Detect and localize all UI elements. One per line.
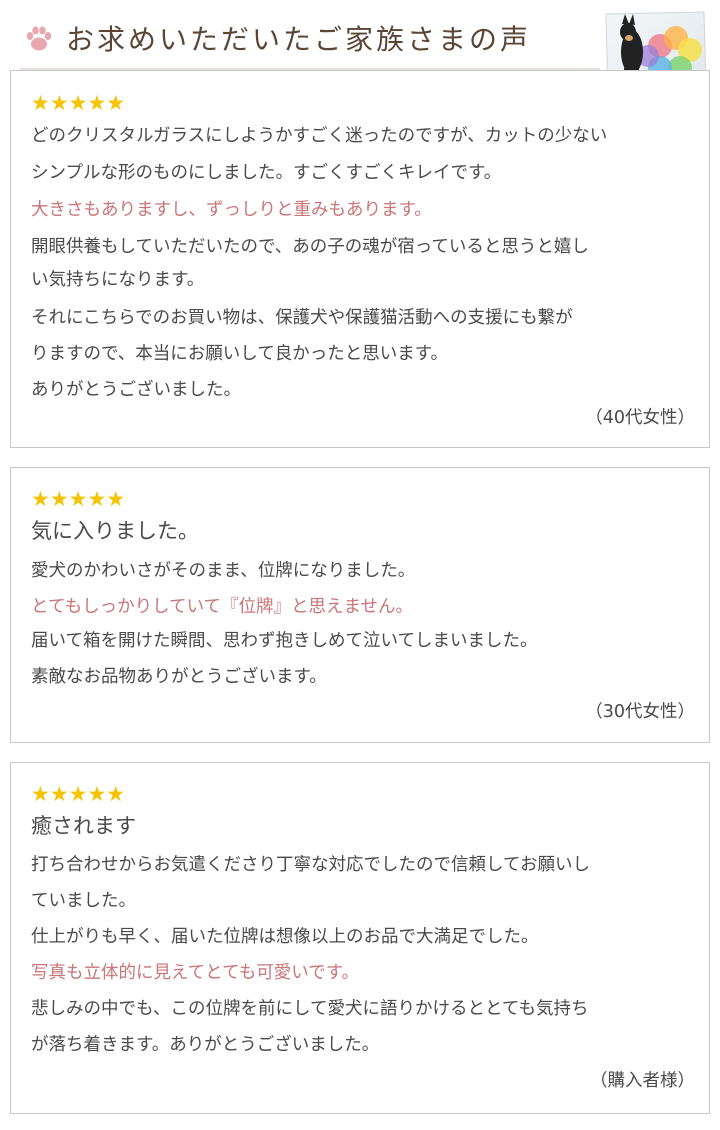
review-line: 届いて箱を開けた瞬間、思わず抱きしめて泣いてしまいました。 (31, 631, 538, 651)
review-line: い気持ちになります。 (31, 270, 205, 290)
reviewer-name: （30代女性） (585, 702, 695, 722)
reviewer-name: （40代女性） (585, 408, 695, 428)
page-title: お求めいただいたご家族さまの声 (66, 23, 532, 56)
review-card-3: ★★★★★ 癒されます 打ち合わせからお気遣くださり丁寧な対応でしたので信頼して… (10, 762, 710, 1114)
review-line: 仕上がりも早く、届いた位牌は想像以上のお品で大満足でした。 (31, 927, 539, 947)
reviewer-name: （購入者様） (590, 1071, 695, 1091)
review-card-2: ★★★★★ 気に入りました。 愛犬のかわいさがそのまま、位牌になりました。 とて… (10, 467, 710, 743)
review-title: 癒されます (31, 814, 136, 838)
review-highlight-line: 写真も立体的に見えてとても可愛いです。 (31, 963, 359, 983)
review-line: どのクリスタルガラスにしようかすごく迷ったのですが、カットの少ない (31, 126, 608, 146)
star-rating: ★★★★★ (31, 782, 126, 806)
review-line: 愛犬のかわいさがそのまま、位牌になりました。 (31, 561, 416, 581)
review-line: ありがとうございました。 (31, 380, 241, 400)
star-rating: ★★★★★ (31, 487, 126, 511)
review-line: ていました。 (31, 891, 136, 911)
star-rating: ★★★★★ (31, 91, 126, 115)
paw-icon (26, 26, 52, 51)
review-card-1: ★★★★★ どのクリスタルガラスにしようかすごく迷ったのですが、カットの少ない … (10, 70, 710, 448)
review-highlight-line: とてもしっかりしていて『位牌』と思えません。 (31, 597, 414, 617)
review-line: それにこちらでのお買い物は、保護犬や保護猫活動への支援にも繋が (31, 308, 573, 328)
review-line: りますので、本当にお願いして良かったと思います。 (31, 344, 449, 364)
review-line: 打ち合わせからお気遣くださり丁寧な対応でしたので信頼してお願いし (31, 855, 590, 875)
review-line: 開眼供養もしていただいたので、あの子の魂が宿っていると思うと嬉し (31, 237, 589, 257)
review-line: が落ち着きます。ありがとうございました。 (31, 1035, 380, 1055)
review-title: 気に入りました。 (31, 519, 199, 543)
review-line: シンプルな形のものにしました。すごくすごくキレイです。 (31, 163, 502, 183)
review-line: 悲しみの中でも、この位牌を前にして愛犬に語りかけるととても気持ち (31, 999, 589, 1019)
review-highlight-line: 大きさもありますし、ずっしりと重みもあります。 (31, 200, 432, 220)
review-line: 素敵なお品物ありがとうございます。 (31, 667, 327, 687)
